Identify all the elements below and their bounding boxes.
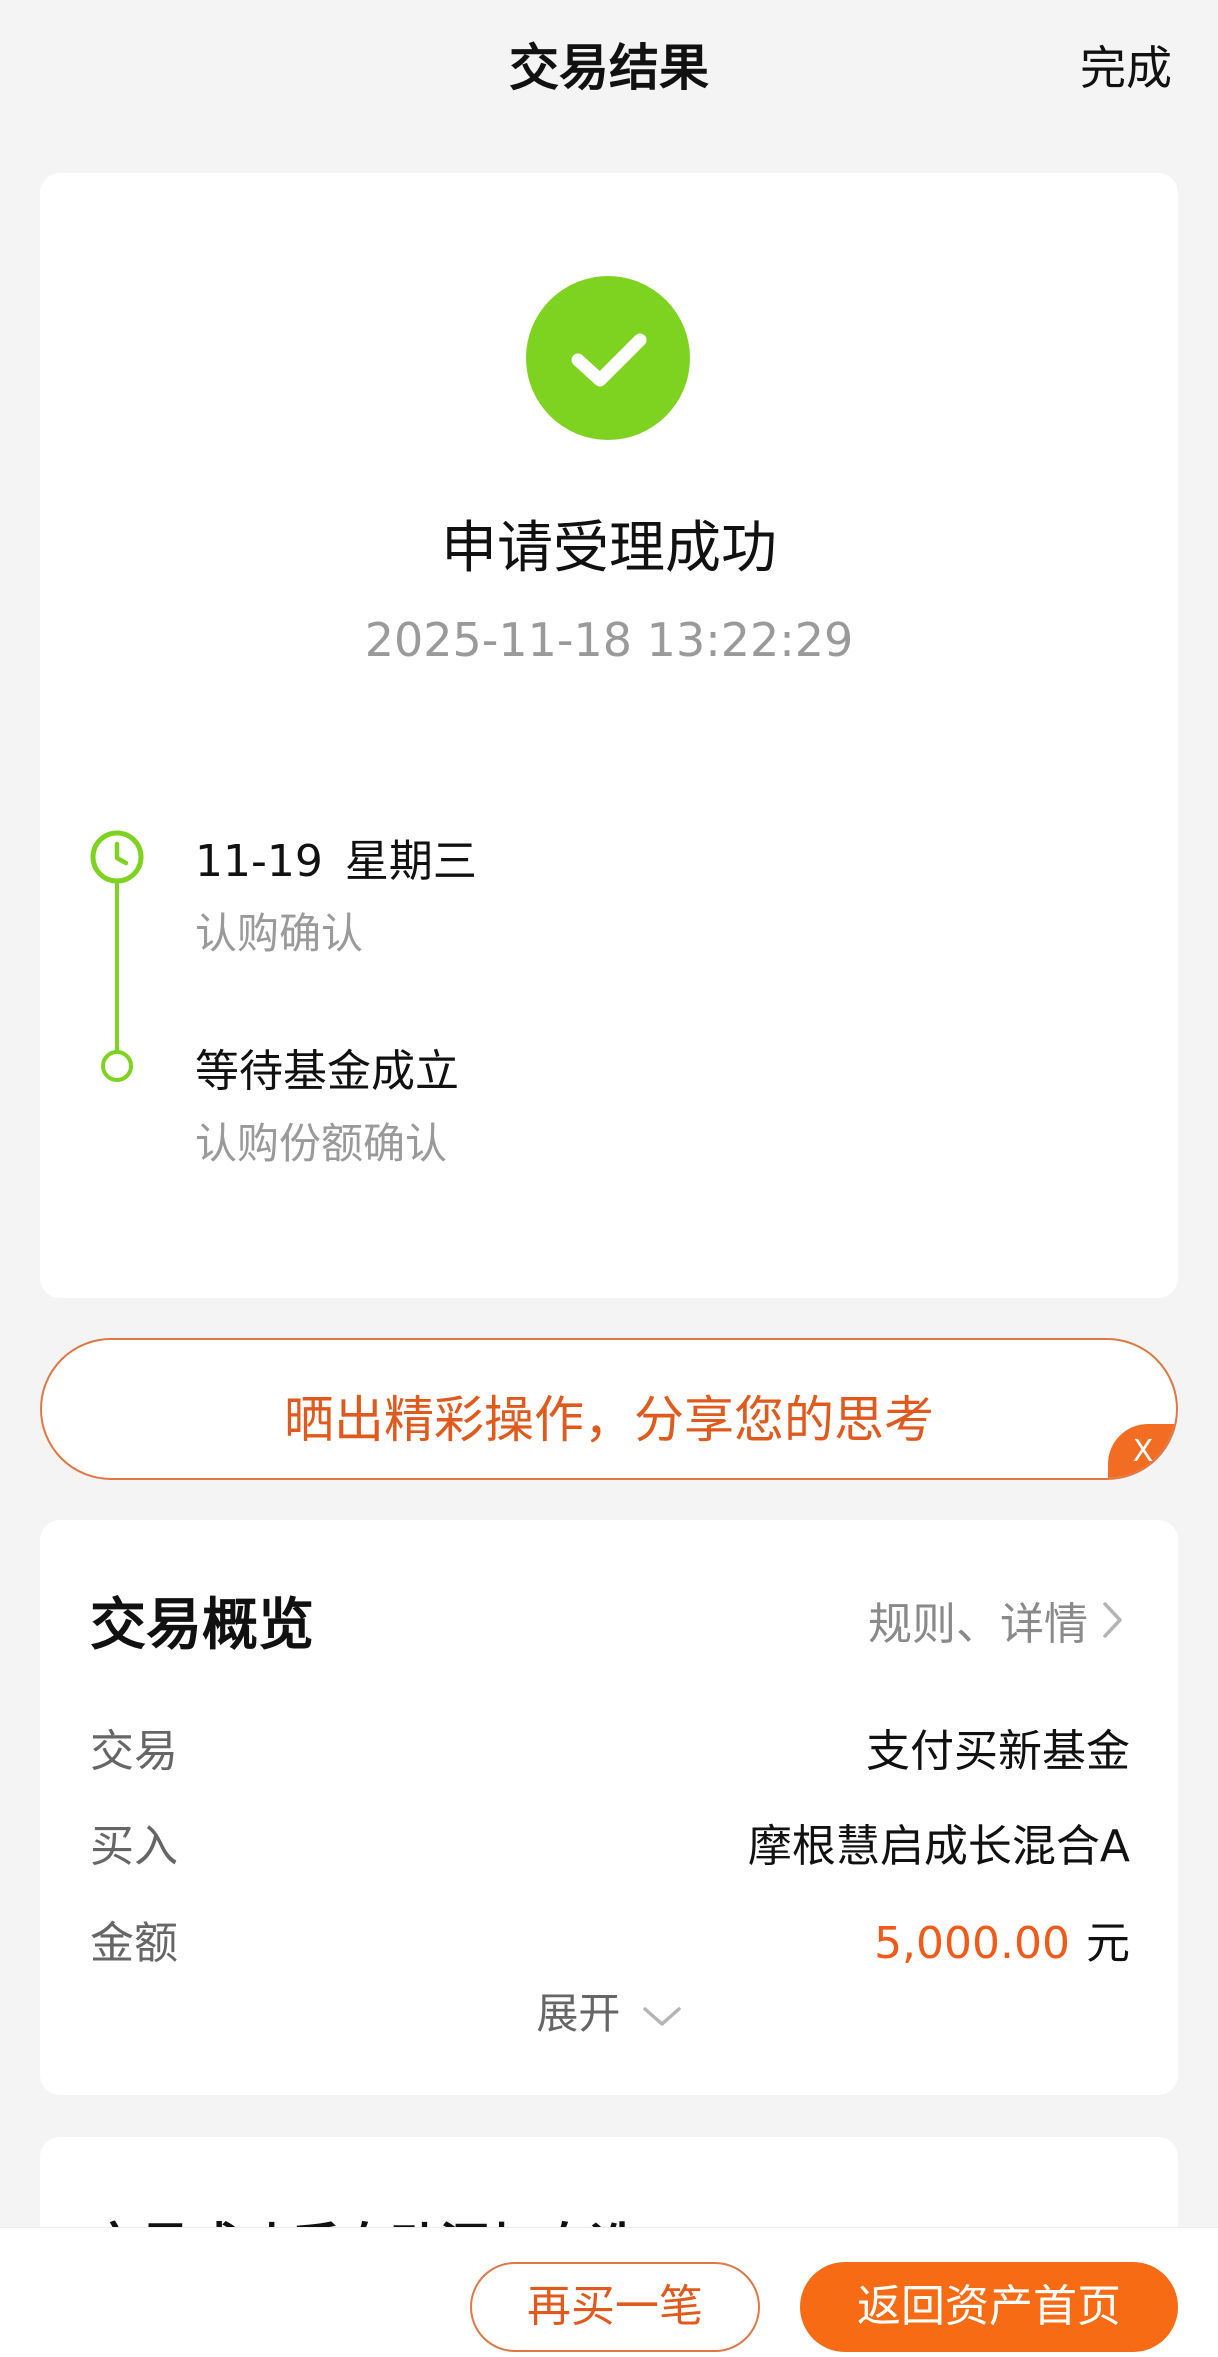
amount-value: 5,000.00 元 xyxy=(874,1907,1130,1971)
expand-button[interactable]: 展开 xyxy=(40,1980,1178,2041)
timeline-dot-icon xyxy=(101,1050,133,1082)
trade-overview-card: 交易概览 规则、详情 交易 支付买新基金 买入 摩根慧启成长混合A 金额 5,0… xyxy=(40,1520,1178,2095)
result-card: 申请受理成功 2025-11-18 13:22:29 11-19 星期三 认购确认… xyxy=(40,173,1178,1298)
amount-unit: 元 xyxy=(1086,1918,1130,1969)
result-timestamp: 2025-11-18 13:22:29 xyxy=(364,613,854,667)
fund-name: 摩根慧启成长混合A xyxy=(747,1821,1130,1872)
row-label: 交易 xyxy=(90,1726,178,1777)
overview-row-amount: 金额 5,000.00 元 xyxy=(90,1907,1130,1969)
timeline-step-1-desc: 认购确认 xyxy=(195,909,364,958)
chevron-down-icon xyxy=(642,2006,681,2026)
timeline-step-1-weekday: 星期三 xyxy=(344,836,477,887)
timeline-step-2-title: 等待基金成立 xyxy=(195,1046,459,1097)
rules-details-link[interactable]: 规则、详情 xyxy=(868,1588,1124,1652)
share-banner[interactable]: 晒出精彩操作，分享您的思考 X xyxy=(40,1338,1178,1480)
timeline-step-1-date: 11-19 xyxy=(195,836,323,887)
result-status-title: 申请受理成功 xyxy=(441,516,777,581)
trade-result-page: 交易结果 完成 申请受理成功 2025-11-18 13:22:29 11-19… xyxy=(0,0,1218,2357)
row-value: 支付买新基金 xyxy=(866,1726,1130,1777)
timeline-step-2-desc: 认购份额确认 xyxy=(195,1119,448,1168)
expand-label: 展开 xyxy=(536,1989,621,2038)
overview-row-trade: 交易 支付买新基金 xyxy=(90,1715,1130,1777)
row-label: 金额 xyxy=(90,1918,178,1969)
overview-title: 交易概览 xyxy=(90,1593,314,1658)
timeline-line xyxy=(115,878,119,1058)
bottom-action-bar: 再买一笔 返回资产首页 xyxy=(0,2227,1218,2357)
row-label: 买入 xyxy=(90,1821,178,1872)
rules-details-label: 规则、详情 xyxy=(868,1599,1088,1650)
share-banner-text: 晒出精彩操作，分享您的思考 xyxy=(284,1391,934,1449)
timeline-step-1-title: 11-19 星期三 xyxy=(195,825,477,889)
overview-row-buy: 买入 摩根慧启成长混合A xyxy=(90,1810,1130,1872)
buy-again-button[interactable]: 再买一笔 xyxy=(470,2262,760,2352)
return-home-button[interactable]: 返回资产首页 xyxy=(800,2262,1178,2352)
page-title: 交易结果 xyxy=(509,39,709,97)
done-button[interactable]: 完成 xyxy=(1080,32,1172,98)
success-check-icon xyxy=(526,276,690,440)
amount-number: 5,000.00 xyxy=(874,1918,1070,1969)
clock-icon xyxy=(88,828,146,886)
chevron-right-icon xyxy=(1103,1602,1122,1638)
nav-header: 交易结果 完成 xyxy=(0,0,1218,130)
